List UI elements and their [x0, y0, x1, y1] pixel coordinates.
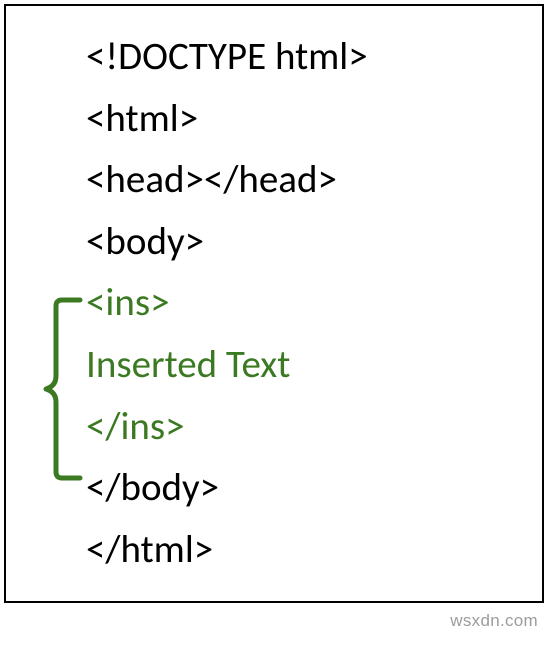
code-line-ins-close: </ins> [86, 396, 522, 458]
code-frame: <!DOCTYPE html> <html> <head></head> <bo… [4, 4, 544, 603]
code-line-ins-content: Inserted Text [86, 334, 522, 396]
code-line-head: <head></head> [86, 149, 522, 211]
code-line-doctype: <!DOCTYPE html> [86, 26, 522, 88]
code-line-html-close: </html> [86, 519, 522, 581]
highlight-bracket [40, 296, 84, 482]
code-line-body-open: <body> [86, 211, 522, 273]
code-line-ins-open: <ins> [86, 272, 522, 334]
watermark-text: wsxdn.com [450, 611, 538, 631]
code-line-body-close: </body> [86, 457, 522, 519]
code-line-html-open: <html> [86, 88, 522, 150]
